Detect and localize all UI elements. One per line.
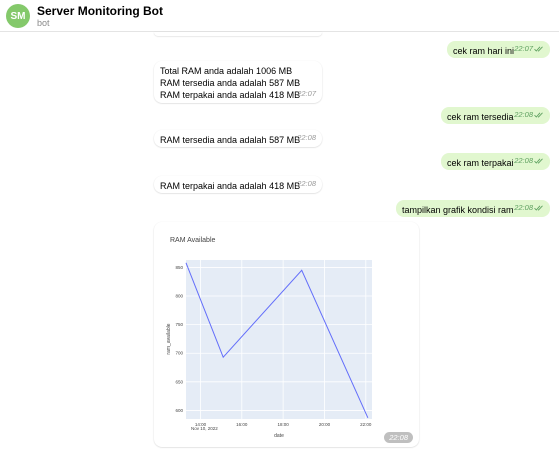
outgoing-message[interactable]: tampilkan grafik kondisi ram 22:08 <box>396 200 550 217</box>
incoming-message[interactable]: RAM terpakai anda adalah 418 MB 22:08 <box>154 176 322 193</box>
message-time: 22:08 <box>384 432 413 443</box>
x-tick-label: 22:00 <box>360 422 372 427</box>
message-time: 22:08 <box>514 203 533 212</box>
message-time: 22:07 <box>514 44 533 53</box>
outgoing-message[interactable]: cek ram tersedia 22:08 <box>441 107 550 124</box>
message-text: RAM terpakai anda adalah 418 MB <box>160 181 301 191</box>
y-tick-labels: 600 650 700 750 800 850 <box>175 265 183 413</box>
chat-title[interactable]: Server Monitoring Bot <box>37 4 163 18</box>
y-tick-label: 800 <box>175 294 183 299</box>
message-line: RAM tersedia anda adalah 587 MB <box>160 78 301 88</box>
message-text: tampilkan grafik kondisi ram <box>402 205 514 215</box>
double-check-icon <box>534 112 544 118</box>
y-tick-label: 700 <box>175 351 183 356</box>
chart-title: RAM Available <box>170 237 216 244</box>
message-text: cek ram hari ini <box>453 46 515 56</box>
outgoing-message[interactable]: cek ram terpakai 22:08 <box>441 153 550 170</box>
y-tick-label: 750 <box>175 322 183 327</box>
x-tick-label: 18:00 <box>278 422 290 427</box>
message-time: 22:08 <box>514 156 533 165</box>
y-tick-label: 650 <box>175 379 183 384</box>
x-tick-labels: 14:00 16:00 18:00 20:00 22:00 <box>195 422 372 427</box>
x-axis-label: date <box>274 433 284 439</box>
message-time: 22:08 <box>297 133 316 142</box>
chat-subtitle: bot <box>37 18 50 28</box>
message-meta: 22:08 <box>514 109 544 121</box>
incoming-message[interactable]: RAM tersedia anda adalah 587 MB 22:08 <box>154 130 322 147</box>
y-tick-label: 600 <box>175 408 183 413</box>
plot-area <box>186 260 372 419</box>
message-meta: 22:08 <box>297 132 316 144</box>
x-tick-sublabel: Nov 10, 2022 <box>191 426 218 431</box>
ram-chart[interactable]: RAM Available 600650700750800850 14:00 16… <box>154 222 419 447</box>
y-axis-label: ram_available <box>166 323 172 354</box>
avatar[interactable]: SM <box>6 4 30 28</box>
chat-area[interactable]: cek ram hari ini 22:07 Total RAM anda ad… <box>0 32 559 451</box>
chat-header: SM Server Monitoring Bot bot <box>0 0 559 32</box>
message-text: cek ram terpakai <box>447 158 514 168</box>
message-time: 22:08 <box>297 179 316 188</box>
y-tick-label: 850 <box>175 265 183 270</box>
previous-message-stub <box>154 32 322 36</box>
double-check-icon <box>534 205 544 211</box>
double-check-icon <box>534 46 544 52</box>
message-time: 22:07 <box>297 89 316 98</box>
message-text: RAM tersedia anda adalah 587 MB <box>160 135 301 145</box>
message-time: 22:08 <box>514 110 533 119</box>
x-tick-label: 16:00 <box>236 422 248 427</box>
outgoing-message[interactable]: cek ram hari ini 22:07 <box>447 41 550 58</box>
photo-message[interactable]: RAM Available 600 650 700 750 800 850 14:00 16… <box>154 222 419 447</box>
message-text: cek ram tersedia <box>447 112 514 122</box>
message-line: RAM terpakai anda adalah 418 MB <box>160 90 301 100</box>
incoming-message[interactable]: Total RAM anda adalah 1006 MB RAM tersed… <box>154 61 322 103</box>
message-line: Total RAM anda adalah 1006 MB <box>160 66 293 76</box>
x-tick-label: 20:00 <box>319 422 331 427</box>
message-meta: 22:08 <box>297 178 316 190</box>
message-meta: 22:08 <box>514 202 544 214</box>
double-check-icon <box>534 158 544 164</box>
message-meta: 22:08 <box>514 155 544 167</box>
message-meta: 22:07 <box>514 43 544 55</box>
message-meta: 22:07 <box>297 88 316 100</box>
